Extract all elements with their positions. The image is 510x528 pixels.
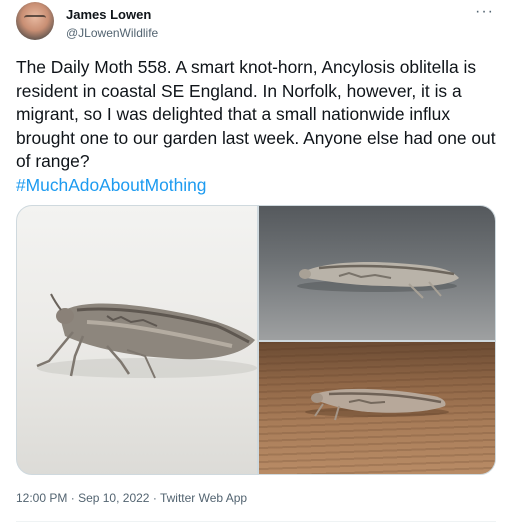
meta-separator-2: ·	[152, 491, 157, 505]
tweet-text: The Daily Moth 558. A smart knot-horn, A…	[16, 56, 496, 197]
tweet-body: The Daily Moth 558. A smart knot-horn, A…	[16, 57, 501, 171]
moth-illustration-2	[297, 262, 459, 299]
tweet-source[interactable]: Twitter Web App	[160, 491, 247, 505]
tweet: James Lowen @JLowenWildlife ··· The Dail…	[0, 0, 510, 528]
avatar-glasses	[24, 15, 46, 23]
media-grid	[16, 205, 496, 475]
hashtag-link[interactable]: #MuchAdoAboutMothing	[16, 175, 206, 195]
moth-illustration-1	[36, 293, 257, 379]
meta-separator: ·	[70, 491, 75, 505]
tweet-date[interactable]: Sep 10, 2022	[78, 491, 149, 505]
handle[interactable]: @JLowenWildlife	[66, 25, 158, 41]
avatar[interactable]	[16, 2, 54, 40]
tweet-time[interactable]: 12:00 PM	[16, 491, 67, 505]
divider	[16, 521, 496, 522]
moth-illustration-3	[305, 388, 449, 421]
tweet-timestamp: 12:00 PM · Sep 10, 2022 · Twitter Web Ap…	[16, 490, 247, 506]
photo-moth-wood-background[interactable]	[259, 342, 495, 474]
photo-moth-white-background[interactable]	[17, 206, 257, 474]
author-block: James Lowen @JLowenWildlife	[66, 7, 158, 41]
display-name[interactable]: James Lowen	[66, 7, 158, 23]
more-options-icon[interactable]: ···	[475, 4, 494, 20]
photo-moth-grey-background[interactable]	[259, 206, 495, 340]
